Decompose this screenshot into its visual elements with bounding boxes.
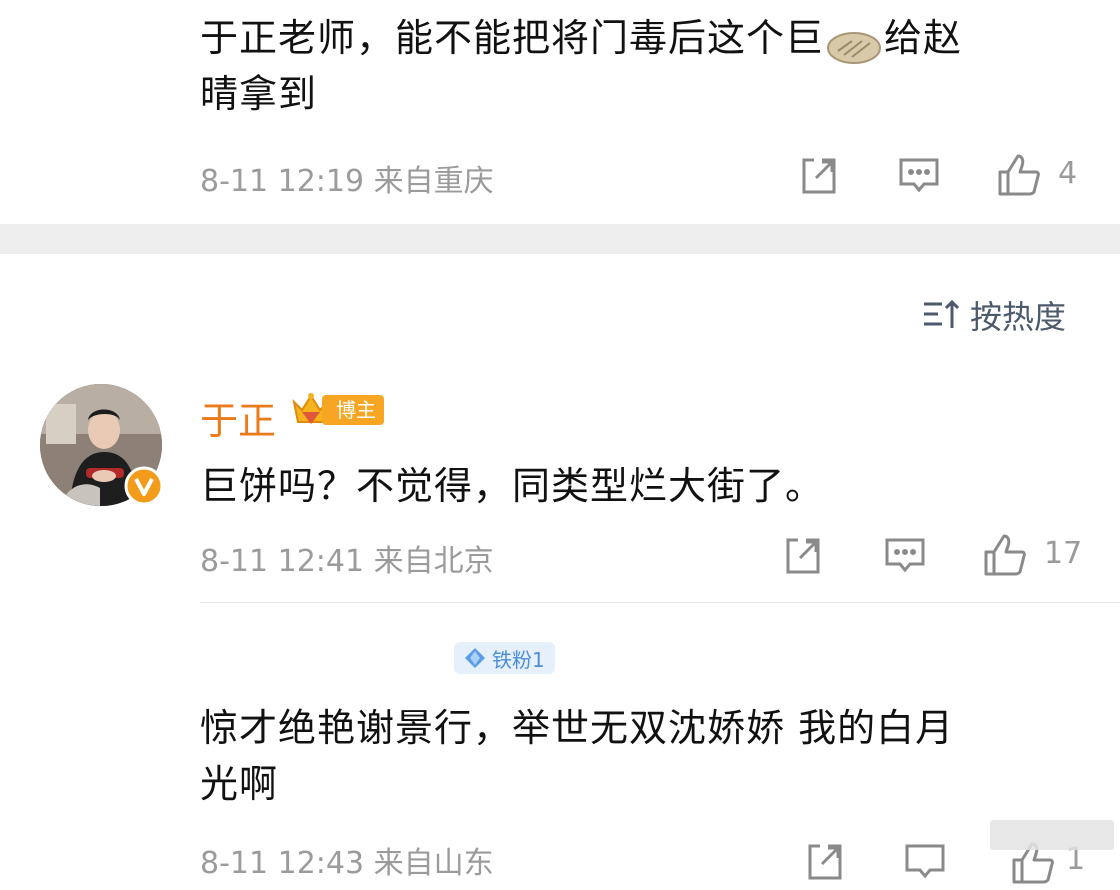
fan-badge-label: 铁粉1	[492, 647, 545, 672]
comment-icon[interactable]	[898, 156, 940, 196]
comment-icon[interactable]	[904, 842, 946, 882]
comment-text: 于正老师，能不能把将门毒后这个巨 给赵 晴拿到	[200, 10, 1080, 122]
comment-separator	[200, 602, 1120, 603]
pie-emoji-icon	[826, 24, 882, 64]
comment-text: 巨饼吗？不觉得，同类型烂大街了。	[200, 464, 825, 508]
like-count: 17	[1044, 536, 1083, 571]
verified-badge-icon	[124, 466, 164, 506]
repost-icon[interactable]	[806, 842, 846, 882]
thumbs-up-icon[interactable]	[982, 532, 1028, 578]
author-name[interactable]: 于正	[200, 390, 276, 445]
comment-text-line: 惊才绝艳谢景行，举世无双沈娇娇 我的白月	[200, 706, 955, 750]
section-divider	[0, 224, 1120, 254]
comment-text-line: 给赵	[884, 16, 963, 60]
comment-text-line: 于正老师，能不能把将门毒后这个巨	[200, 16, 825, 60]
diamond-icon	[464, 647, 486, 669]
comment-meta: 8-11 12:43 来自山东	[200, 846, 494, 881]
comment-icon[interactable]	[884, 536, 926, 576]
comment-text: 惊才绝艳谢景行，举世无双沈娇娇 我的白月 光啊	[200, 700, 1080, 812]
like-count: 4	[1058, 156, 1078, 191]
sort-icon	[922, 298, 962, 332]
blogger-badge: 博主	[322, 395, 384, 425]
comment-text-line: 光啊	[200, 762, 279, 806]
fan-badge: 铁粉1	[454, 642, 555, 674]
comment-meta: 8-11 12:41 来自北京	[200, 544, 494, 579]
comment-text-line: 晴拿到	[200, 72, 318, 116]
repost-icon[interactable]	[800, 156, 840, 196]
thumbs-up-icon[interactable]	[996, 152, 1042, 198]
sort-label: 按热度	[970, 298, 1067, 336]
watermark	[990, 820, 1114, 850]
sort-button[interactable]: 按热度	[922, 290, 1066, 340]
comment-meta: 8-11 12:19 来自重庆	[200, 164, 494, 199]
repost-icon[interactable]	[784, 536, 824, 576]
